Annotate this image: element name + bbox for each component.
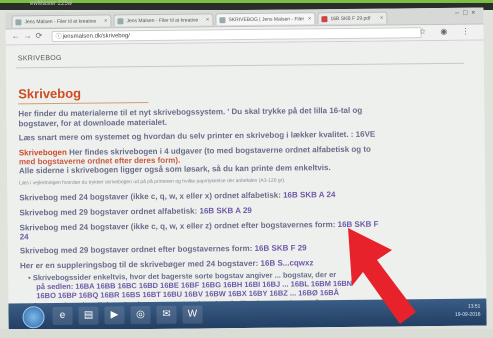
close-tab-icon[interactable]: ×	[206, 14, 210, 26]
app-icon[interactable]: ✉	[156, 305, 177, 324]
site-title[interactable]: SKRIVEBOG	[18, 55, 62, 62]
skrivebogen-paragraph: Skrivebogen Her findes skrivebogen i 4 u…	[19, 145, 371, 158]
arrow-shape	[348, 228, 416, 324]
clock-time: 13:51	[467, 303, 481, 310]
toolbar-icons[interactable]: ☆ ◉ ⋮	[419, 27, 476, 37]
photo-bottom-edge	[0, 329, 493, 338]
supplement-row: Her er en suppleringsbog til de skrivebø…	[20, 258, 314, 270]
heading-underline	[18, 102, 149, 105]
favicon-icon	[219, 17, 226, 24]
favicon-icon	[117, 18, 124, 25]
link-supplement[interactable]: 16B S...cqwxz	[260, 258, 313, 268]
url-input[interactable]: ⓘ jensmalsen.dk/skrivebog/	[51, 27, 422, 43]
page-heading: Skrivebog	[18, 85, 82, 102]
skrivebogen-label: Skrivebogen	[18, 147, 67, 158]
close-tab-icon[interactable]: ×	[104, 15, 108, 27]
tab-label: 16B SKB F 29.pdf	[330, 15, 371, 23]
page-info-icon: ⓘ	[55, 33, 62, 40]
link-16b-skb-a-29[interactable]: 16B SKB A 29	[199, 206, 251, 216]
link-16b-skb-f-24-cont[interactable]: 24	[20, 232, 29, 241]
divider	[15, 62, 464, 69]
row-text: Skrivebog med 29 bogstaver ordnet efter …	[19, 243, 255, 256]
internet-explorer-icon[interactable]: e	[52, 306, 73, 326]
row-text: Skrivebog med 29 bogstaver ordnet alfabe…	[19, 206, 200, 218]
back-icon[interactable]: ←	[12, 31, 20, 40]
media-player-icon[interactable]: ▶	[104, 306, 125, 325]
close-tab-icon[interactable]: ×	[308, 13, 312, 25]
file-explorer-icon[interactable]: ▤	[78, 306, 99, 325]
pdf-icon	[321, 16, 328, 23]
row-f29: Skrivebog med 29 bogstaver ordnet efter …	[20, 243, 307, 255]
close-tab-icon[interactable]: ×	[380, 13, 384, 25]
intro-text-2: bogstaver, for at downloade materialet.	[18, 117, 168, 129]
forward-icon[interactable]: →	[24, 31, 32, 40]
intro-text: Her finder du materialerne til et nyt sk…	[18, 105, 363, 119]
system-tray[interactable]: 13:51 19-09-2016	[455, 303, 481, 319]
skrivebogen-text: Her findes skrivebogen i 4 udgaver (to m…	[66, 144, 371, 157]
favicon-icon	[15, 19, 22, 26]
clock-date: 19-09-2016	[454, 311, 481, 318]
reload-icon[interactable]: ⟳	[36, 31, 43, 40]
tab-label: SKRIVEBOG | Jens Malsen - Filer	[228, 16, 305, 24]
row-f24: Skrivebog med 24 bogstaver (ikke c, q, w…	[20, 220, 379, 233]
start-button[interactable]	[22, 306, 45, 329]
green-border	[0, 0, 493, 3]
row-f24-cont: 24	[20, 232, 29, 241]
tab-4[interactable]: 16B SKB F 29.pdf ×	[317, 11, 388, 25]
tab-2[interactable]: Jens Malsen - Filer til at kreative ×	[113, 13, 214, 27]
row-text: Skrivebog med 24 bogstaver (ikke c, q, w…	[19, 220, 338, 233]
word-icon[interactable]: W	[182, 305, 203, 324]
read-more-text: Læs snart mere om systemet og hvordan du…	[18, 129, 376, 143]
row-a29: Skrivebog med 29 bogstaver ordnet alfabe…	[19, 206, 251, 217]
window-controls[interactable]: –□×	[455, 10, 479, 17]
small-note: Læs i vejledningen hvordan du trykker sk…	[19, 177, 286, 187]
supplement-text: Her er en suppleringsbog til de skrivebø…	[19, 258, 259, 271]
tab-3-active[interactable]: SKRIVEBOG | Jens Malsen - Filer ×	[215, 12, 316, 26]
monitor-label: ewMaster 225w	[30, 1, 73, 7]
sider-text: Alle siderne i skrivebogen ligger også s…	[18, 163, 331, 176]
row-a24: Skrivebog med 24 bogstaver (ikke c, q, w…	[19, 190, 335, 202]
tab-label: Jens Malsen - Filer til at kreative	[126, 17, 199, 25]
chrome-icon[interactable]: ◎	[130, 306, 151, 325]
url-text: jensmalsen.dk/skrivebog/	[62, 33, 131, 40]
tab-1[interactable]: Jens Malsen - Filer til at kreative ×	[11, 14, 112, 28]
tab-label: Jens Malsen - Filer til at kreative	[24, 18, 97, 26]
link-16b-skb-a-24[interactable]: 16B SKB A 24	[283, 190, 335, 200]
row-text: Skrivebog med 24 bogstaver (ikke c, q, w…	[19, 190, 284, 203]
red-arrow-annotation	[348, 228, 416, 324]
link-16b-skb-f-29[interactable]: 16B SKB F 29	[255, 243, 307, 253]
